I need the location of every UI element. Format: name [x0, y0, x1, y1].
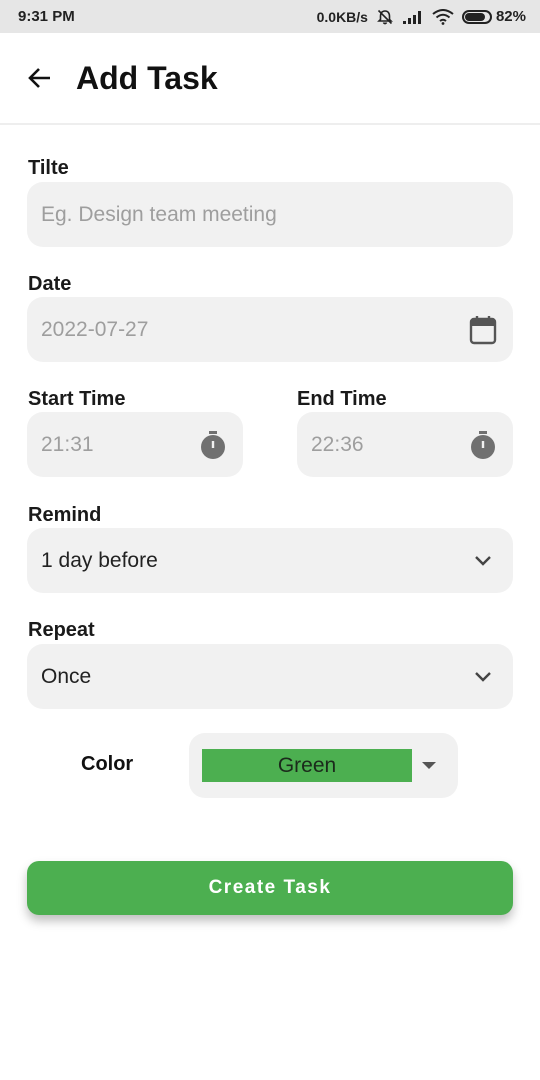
stopwatch-icon[interactable]	[197, 429, 229, 461]
remind-select[interactable]: 1 day before	[27, 528, 513, 593]
chevron-down-icon[interactable]	[467, 661, 499, 693]
status-time: 9:31 PM	[18, 8, 75, 25]
repeat-value: Once	[41, 664, 92, 688]
create-task-button[interactable]: Create Task	[27, 861, 513, 915]
chevron-down-icon[interactable]	[467, 545, 499, 577]
date-field[interactable]: 2022-07-27	[27, 297, 513, 362]
end-time-label: End Time	[297, 388, 387, 410]
date-value: 2022-07-27	[41, 317, 149, 341]
repeat-select[interactable]: Once	[27, 644, 513, 709]
start-time-field[interactable]: 21:31	[27, 412, 243, 477]
color-dropdown[interactable]: Green	[189, 733, 458, 798]
app-bar: Add Task	[0, 33, 540, 125]
wifi-icon	[432, 8, 454, 25]
title-label: Tilte	[28, 157, 69, 179]
alarm-off-icon	[376, 8, 394, 26]
page-title: Add Task	[76, 59, 218, 96]
battery-outline	[461, 9, 492, 24]
calendar-icon[interactable]	[467, 314, 499, 346]
date-label: Date	[28, 273, 72, 295]
start-time-label: Start Time	[28, 388, 126, 410]
status-icons: 0.0KB/s 82%	[317, 8, 526, 26]
stopwatch-icon[interactable]	[467, 429, 499, 461]
title-input[interactable]: Eg. Design team meeting	[27, 182, 513, 247]
battery-percent: 82%	[495, 8, 526, 25]
back-button[interactable]	[24, 62, 56, 94]
battery-fill	[464, 12, 485, 21]
caret-down-icon[interactable]	[422, 762, 436, 769]
arrow-left-icon	[28, 68, 50, 88]
battery-icon: 82%	[461, 8, 526, 25]
start-time-value: 21:31	[41, 432, 94, 456]
end-time-field[interactable]: 22:36	[297, 412, 513, 477]
remind-label: Remind	[28, 504, 102, 526]
color-swatch: Green	[202, 749, 412, 782]
network-speed: 0.0KB/s	[316, 8, 368, 25]
repeat-label: Repeat	[28, 619, 95, 641]
remind-value: 1 day before	[41, 548, 158, 572]
color-value: Green	[277, 753, 337, 777]
signal-icon	[402, 9, 424, 25]
end-time-value: 22:36	[311, 432, 364, 456]
color-label: Color	[81, 753, 134, 775]
status-bar: 9:31 PM 0.0KB/s 82%	[0, 0, 540, 33]
title-placeholder: Eg. Design team meeting	[41, 202, 277, 226]
